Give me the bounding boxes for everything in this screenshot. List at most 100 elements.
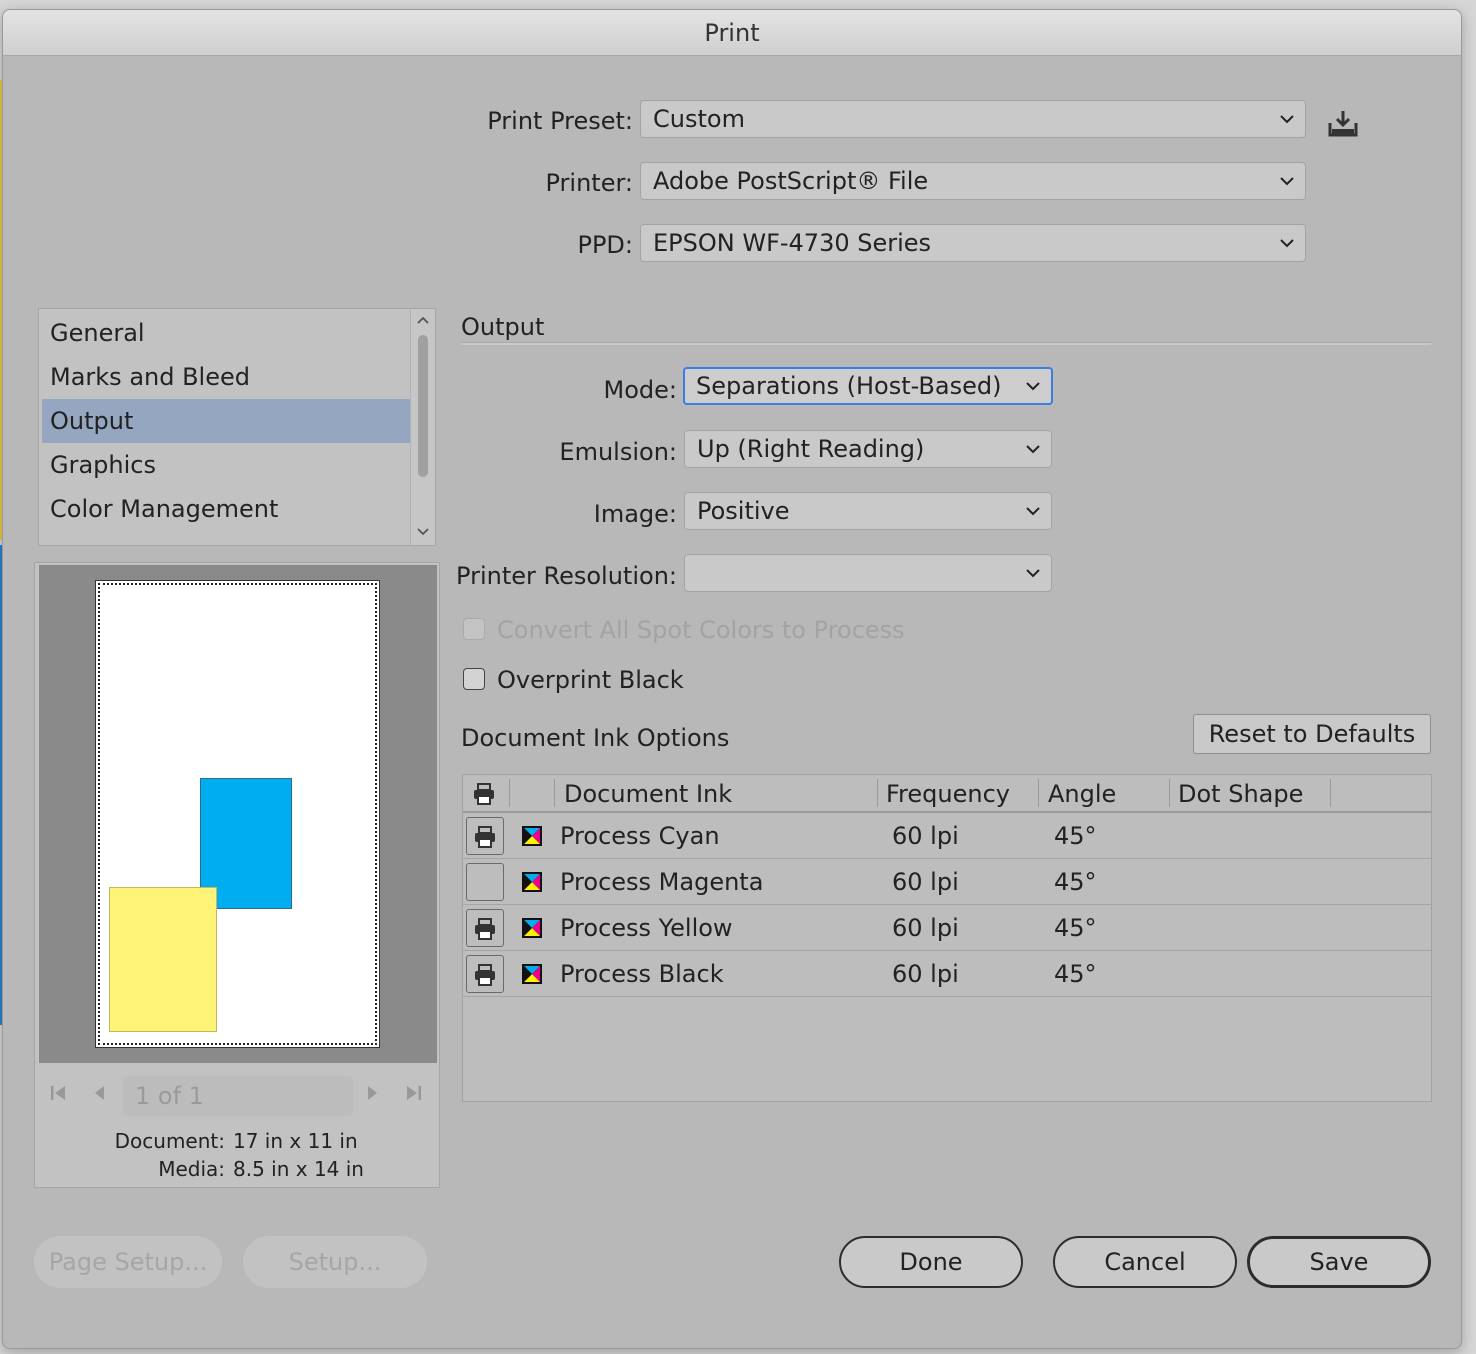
overprint-black-checkbox[interactable] (463, 668, 485, 690)
ink-angle[interactable]: 45° (1054, 951, 1097, 997)
emulsion-label: Emulsion: (559, 438, 677, 466)
category-list[interactable]: General Marks and Bleed Output Graphics … (38, 308, 436, 546)
print-toggle-button[interactable] (466, 955, 504, 993)
chevron-down-icon (1026, 382, 1040, 391)
column-header-document-ink[interactable]: Document Ink (564, 775, 732, 811)
sidebar-item-color-management[interactable]: Color Management (39, 487, 409, 531)
table-row[interactable]: Process Yellow 60 lpi 45° (463, 905, 1431, 951)
table-row[interactable]: Process Cyan 60 lpi 45° (463, 813, 1431, 859)
chevron-down-icon (1026, 569, 1040, 578)
ink-frequency[interactable]: 60 lpi (892, 813, 959, 859)
setup-button[interactable]: Setup... (243, 1236, 427, 1288)
page-number-field[interactable]: 1 of 1 (123, 1076, 353, 1116)
print-dialog: Print Print Preset: Custom Printer: Adob… (2, 9, 1462, 1349)
emulsion-select[interactable]: Up (Right Reading) (684, 430, 1052, 468)
sidebar-item-general[interactable]: General (39, 311, 409, 355)
mode-value: Separations (Host-Based) (696, 372, 1002, 400)
section-divider (461, 342, 1431, 345)
column-separator (1330, 779, 1331, 807)
scroll-up-icon[interactable] (416, 315, 430, 325)
ink-angle[interactable]: 45° (1054, 905, 1097, 951)
print-preset-value: Custom (653, 105, 745, 133)
cmyk-swatch-icon (522, 918, 542, 938)
printer-icon (475, 918, 495, 940)
sidebar-item-graphics[interactable]: Graphics (39, 443, 409, 487)
preview-page (95, 580, 380, 1048)
ink-table-header: Document Ink Frequency Angle Dot Shape (463, 775, 1431, 813)
printer-icon[interactable] (473, 783, 495, 805)
overprint-black-label: Overprint Black (497, 666, 684, 694)
column-header-frequency[interactable]: Frequency (886, 775, 1010, 811)
chevron-down-icon (1280, 177, 1294, 186)
ppd-value: EPSON WF-4730 Series (653, 229, 932, 257)
output-section-title: Output (461, 313, 545, 341)
reset-to-defaults-button[interactable]: Reset to Defaults (1193, 714, 1431, 754)
print-toggle-button[interactable] (466, 863, 504, 901)
page-setup-button[interactable]: Page Setup... (34, 1236, 222, 1288)
ink-name: Process Magenta (560, 868, 764, 896)
printer-icon (475, 826, 495, 848)
cancel-button[interactable]: Cancel (1053, 1236, 1237, 1288)
last-page-icon[interactable] (403, 1082, 425, 1104)
printer-label: Printer: (545, 169, 633, 197)
chevron-down-icon (1026, 445, 1040, 454)
preview-yellow-rectangle (109, 887, 217, 1032)
column-header-dot-shape[interactable]: Dot Shape (1178, 775, 1303, 811)
scroll-thumb[interactable] (418, 335, 428, 477)
printer-resolution-select[interactable] (684, 554, 1052, 592)
cmyk-swatch-icon (522, 872, 542, 892)
convert-spot-colors-checkbox[interactable] (463, 618, 485, 640)
sidebar-item-marks-and-bleed[interactable]: Marks and Bleed (39, 355, 409, 399)
ink-angle[interactable]: 45° (1054, 813, 1097, 859)
media-size-value: 8.5 in x 14 in (233, 1157, 364, 1181)
chevron-down-icon (1280, 115, 1294, 124)
column-separator (877, 779, 878, 807)
printer-resolution-label: Printer Resolution: (456, 562, 677, 590)
image-select[interactable]: Positive (684, 492, 1052, 530)
chevron-down-icon (1026, 507, 1040, 516)
document-size-value: 17 in x 11 in (233, 1129, 358, 1153)
preview-canvas (39, 565, 437, 1063)
window-title: Print (3, 10, 1461, 56)
done-button[interactable]: Done (839, 1236, 1023, 1288)
chevron-down-icon (1280, 239, 1294, 248)
list-scrollbar[interactable] (410, 309, 435, 545)
column-separator (554, 779, 555, 807)
mode-select[interactable]: Separations (Host-Based) (683, 367, 1053, 405)
column-header-angle[interactable]: Angle (1048, 775, 1116, 811)
table-row[interactable]: Process Black 60 lpi 45° (463, 951, 1431, 997)
mode-label: Mode: (603, 376, 677, 404)
print-toggle-button[interactable] (466, 909, 504, 947)
media-size-label: Media: (158, 1157, 225, 1181)
table-row[interactable]: Process Magenta 60 lpi 45° (463, 859, 1431, 905)
column-separator (1169, 779, 1170, 807)
previous-page-icon[interactable] (89, 1082, 111, 1104)
next-page-icon[interactable] (361, 1082, 383, 1104)
ppd-select[interactable]: EPSON WF-4730 Series (640, 224, 1306, 262)
image-value: Positive (697, 497, 790, 525)
ink-name: Process Yellow (560, 914, 733, 942)
print-toggle-button[interactable] (466, 817, 504, 855)
ink-frequency[interactable]: 60 lpi (892, 905, 959, 951)
first-page-icon[interactable] (47, 1082, 69, 1104)
scroll-down-icon[interactable] (416, 527, 430, 537)
save-preset-icon[interactable] (1328, 109, 1358, 137)
ink-name: Process Cyan (560, 822, 720, 850)
print-preview-panel: 1 of 1 Document: 17 in x 11 in Media: 8.… (34, 562, 440, 1188)
save-button[interactable]: Save (1247, 1236, 1431, 1288)
emulsion-value: Up (Right Reading) (697, 435, 925, 463)
convert-spot-colors-label: Convert All Spot Colors to Process (497, 616, 905, 644)
column-separator (1038, 779, 1039, 807)
ink-angle[interactable]: 45° (1054, 859, 1097, 905)
ink-frequency[interactable]: 60 lpi (892, 859, 959, 905)
sidebar-item-output[interactable]: Output (42, 399, 410, 443)
print-preset-select[interactable]: Custom (640, 100, 1306, 138)
printer-value: Adobe PostScript® File (653, 167, 929, 195)
printer-select[interactable]: Adobe PostScript® File (640, 162, 1306, 200)
print-preset-label: Print Preset: (487, 107, 633, 135)
column-separator (509, 779, 510, 807)
ink-frequency[interactable]: 60 lpi (892, 951, 959, 997)
ppd-label: PPD: (577, 231, 633, 259)
image-label: Image: (593, 500, 677, 528)
cmyk-swatch-icon (522, 826, 542, 846)
